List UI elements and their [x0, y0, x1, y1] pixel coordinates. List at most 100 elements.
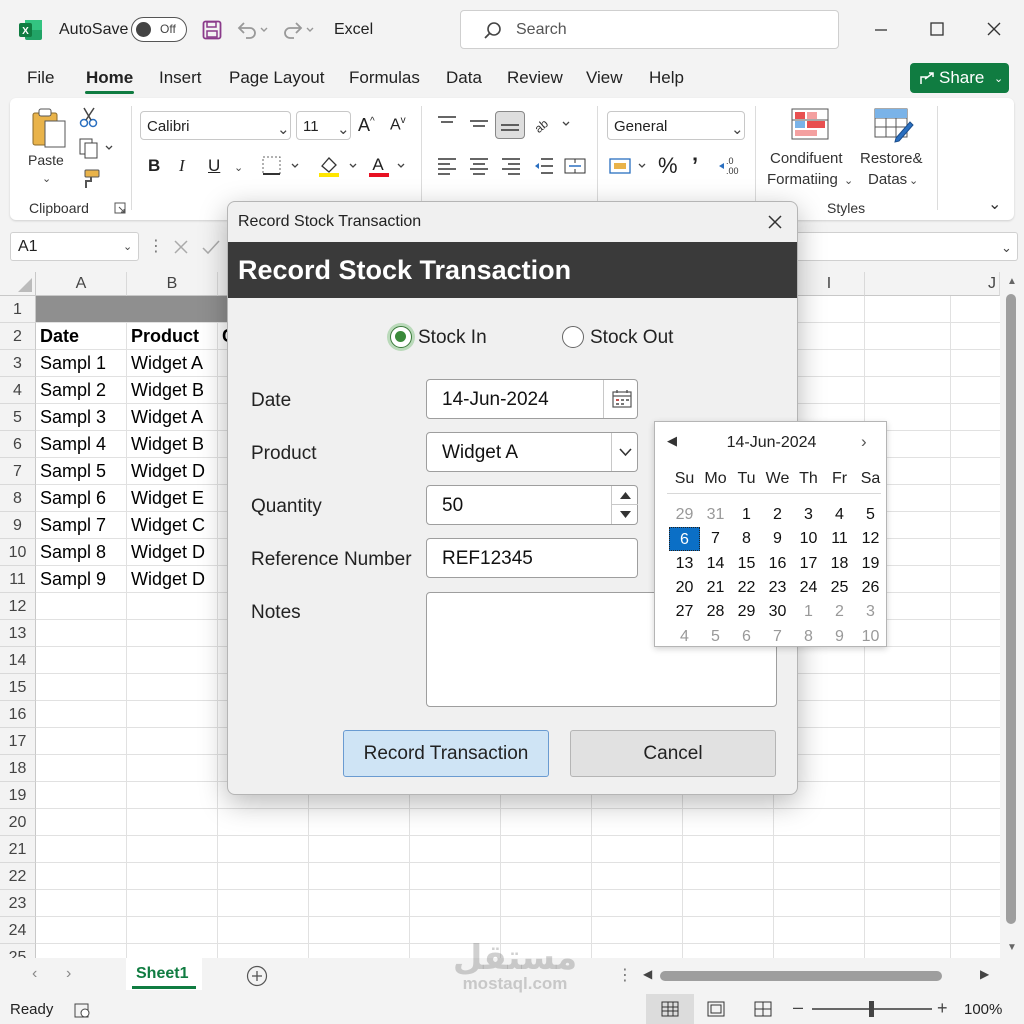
tab-insert[interactable]: Insert: [159, 68, 202, 88]
calendar-day[interactable]: 11: [824, 527, 855, 551]
tab-file[interactable]: File: [27, 68, 54, 88]
cell-a9[interactable]: Sampl 7: [36, 512, 126, 539]
orientation-icon[interactable]: ab: [533, 114, 573, 136]
decrease-indent-icon[interactable]: [533, 156, 555, 176]
shrink-font-icon[interactable]: Av: [390, 115, 406, 134]
calendar-day[interactable]: 1: [731, 503, 762, 527]
align-middle-icon[interactable]: [468, 114, 490, 132]
hscroll-left-icon[interactable]: ◀: [643, 967, 652, 981]
cell-b3[interactable]: Widget A: [127, 350, 217, 377]
collapse-ribbon-chevron-icon[interactable]: ⌄: [988, 194, 1001, 214]
number-format-dropdown[interactable]: General ⌄: [607, 111, 745, 140]
zoom-in-icon[interactable]: +: [937, 998, 948, 1019]
reference-number-field[interactable]: REF12345: [426, 538, 638, 578]
calendar-day[interactable]: 30: [762, 600, 793, 624]
calendar-day[interactable]: 22: [731, 576, 762, 600]
percent-icon[interactable]: %: [658, 153, 678, 179]
calendar-day[interactable]: 4: [669, 625, 700, 649]
row-header-4[interactable]: 4: [0, 377, 36, 404]
underline-chevron-icon[interactable]: ⌄: [234, 161, 243, 174]
calendar-day[interactable]: 16: [762, 552, 793, 576]
row-header-18[interactable]: 18: [0, 755, 36, 782]
calendar-day[interactable]: 19: [855, 552, 886, 576]
sheet-tab-sheet1[interactable]: Sheet1: [126, 958, 202, 990]
sheet-next-icon[interactable]: ›: [66, 965, 71, 983]
calendar-day[interactable]: 10: [793, 527, 824, 551]
row-header-20[interactable]: 20: [0, 809, 36, 836]
copy-icon[interactable]: [78, 137, 114, 159]
calendar-day[interactable]: 7: [762, 625, 793, 649]
tab-view[interactable]: View: [586, 68, 623, 88]
cancel-button[interactable]: Cancel: [570, 730, 776, 777]
column-header-b[interactable]: B: [127, 272, 218, 296]
normal-view-button[interactable]: [646, 994, 694, 1024]
conditional-formatting-icon[interactable]: [791, 108, 829, 142]
undo-icon[interactable]: [236, 20, 270, 40]
cell-a3[interactable]: Sampl 1: [36, 350, 126, 377]
row-header-2[interactable]: 2: [0, 323, 36, 350]
cell-a7[interactable]: Sampl 5: [36, 458, 126, 485]
cell-b5[interactable]: Widget A: [127, 404, 217, 431]
cut-icon[interactable]: [79, 106, 99, 128]
save-icon[interactable]: [202, 20, 222, 40]
dialog-close-icon[interactable]: [765, 212, 785, 232]
name-box[interactable]: A1 ⌄: [10, 232, 139, 261]
paste-icon[interactable]: [31, 107, 67, 149]
quantity-stepper[interactable]: 50: [426, 485, 638, 525]
restore-data-icon[interactable]: [874, 108, 914, 144]
tab-home[interactable]: Home: [86, 68, 133, 88]
cell-b9[interactable]: Widget C: [127, 512, 217, 539]
row-header-5[interactable]: 5: [0, 404, 36, 431]
calendar-button[interactable]: [603, 380, 638, 418]
row-header-12[interactable]: 12: [0, 593, 36, 620]
page-break-view-icon[interactable]: [754, 1001, 772, 1017]
cell-a4[interactable]: Sampl 2: [36, 377, 126, 404]
record-transaction-button[interactable]: Record Transaction: [343, 730, 549, 777]
hscroll-right-icon[interactable]: ▶: [980, 967, 989, 981]
calendar-day[interactable]: 21: [700, 576, 731, 600]
calendar-day[interactable]: 26: [855, 576, 886, 600]
row-header-3[interactable]: 3: [0, 350, 36, 377]
row-header-19[interactable]: 19: [0, 782, 36, 809]
cell-a5[interactable]: Sampl 3: [36, 404, 126, 431]
calendar-day[interactable]: 4: [824, 503, 855, 527]
increase-decimal-icon[interactable]: .0.00: [718, 154, 744, 176]
sheet-prev-icon[interactable]: ‹: [32, 965, 37, 983]
share-button[interactable]: Share ⌄: [910, 63, 1009, 93]
quantity-increment-button[interactable]: [611, 486, 638, 505]
cell-a2[interactable]: Date: [36, 323, 126, 350]
row-header-17[interactable]: 17: [0, 728, 36, 755]
zoom-slider-thumb[interactable]: [869, 1001, 874, 1017]
cell-b6[interactable]: Widget B: [127, 431, 217, 458]
product-dropdown-button[interactable]: [611, 433, 638, 471]
calendar-next-month-icon[interactable]: ›: [861, 432, 867, 452]
calendar-day[interactable]: 29: [669, 503, 700, 527]
calendar-day[interactable]: 24: [793, 576, 824, 600]
conditional-formatting-chevron-icon[interactable]: ⌄: [844, 174, 853, 187]
calendar-day[interactable]: 23: [762, 576, 793, 600]
calendar-day[interactable]: 10: [855, 625, 886, 649]
horizontal-scroll-thumb[interactable]: [660, 971, 942, 981]
tab-data[interactable]: Data: [446, 68, 482, 88]
calendar-day[interactable]: 9: [824, 625, 855, 649]
calendar-day[interactable]: 3: [793, 503, 824, 527]
calendar-day[interactable]: 18: [824, 552, 855, 576]
merge-center-icon[interactable]: [564, 156, 586, 176]
row-header-15[interactable]: 15: [0, 674, 36, 701]
comma-style-icon[interactable]: ’: [692, 153, 698, 179]
calendar-day[interactable]: 28: [700, 600, 731, 624]
calendar-day[interactable]: 9: [762, 527, 793, 551]
select-all-corner[interactable]: [0, 272, 36, 296]
tab-review[interactable]: Review: [507, 68, 563, 88]
maximize-icon[interactable]: [926, 18, 948, 40]
paste-chevron-icon[interactable]: ⌄: [42, 172, 51, 185]
search-box[interactable]: Search: [460, 10, 839, 49]
zoom-level[interactable]: 100%: [964, 1001, 1002, 1018]
row-header-23[interactable]: 23: [0, 890, 36, 917]
row-header-7[interactable]: 7: [0, 458, 36, 485]
calendar-day[interactable]: 31: [700, 503, 731, 527]
column-header-j[interactable]: J: [865, 272, 1000, 296]
cell-a10[interactable]: Sampl 8: [36, 539, 126, 566]
autosave-toggle[interactable]: Off: [131, 17, 187, 42]
calendar-day[interactable]: 2: [762, 503, 793, 527]
